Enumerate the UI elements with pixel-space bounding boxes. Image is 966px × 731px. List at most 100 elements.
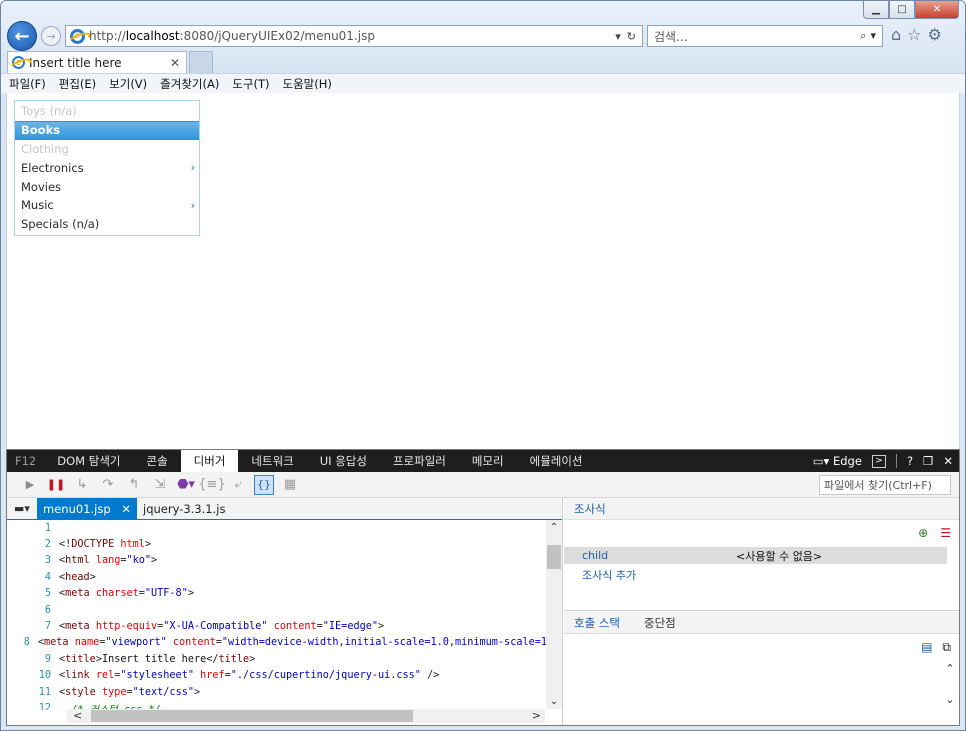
code-line[interactable]: 8 < meta name = "viewport" content = "width=de… — [7, 635, 547, 651]
menu-file[interactable]: 파일(F) — [9, 76, 46, 92]
step-out-icon[interactable]: ↰ — [121, 477, 147, 492]
search-icon[interactable]: ⌕ — [860, 29, 866, 43]
watch-title[interactable]: 조사식 — [574, 501, 606, 517]
line-number[interactable]: 2 — [7, 539, 59, 550]
address-bar[interactable]: e http://localhost:8080/jQueryUIEx02/men… — [65, 25, 643, 47]
code-line[interactable]: 10 < link rel = "stylesheet" href = "./css/cup… — [7, 668, 547, 684]
emulation-mode[interactable]: ▭▾ Edge — [813, 454, 862, 468]
scroll-down-icon[interactable]: ⌄ — [943, 693, 957, 706]
code-horizontal-scrollbar[interactable]: < > — [67, 709, 545, 723]
file-tab-close-icon[interactable]: ✕ — [121, 502, 131, 516]
menu-item-specials-n-a[interactable]: Specials (n/a) — [15, 215, 199, 234]
refresh-icon[interactable]: ↻ — [627, 30, 636, 43]
devtools-tab-7[interactable]: 메모리 — [459, 450, 517, 472]
line-number[interactable]: 12 — [7, 703, 59, 710]
menu-help[interactable]: 도움말(H) — [283, 76, 332, 92]
file-tab-active[interactable]: menu01.jsp ✕ — [37, 497, 137, 520]
find-in-files-input[interactable]: 파일에서 찾기(Ctrl+F) — [819, 475, 951, 495]
break-on-exception-icon[interactable]: ⬣▾ — [173, 477, 199, 492]
line-number[interactable]: 5 — [7, 588, 59, 599]
console-toggle-icon[interactable]: > — [871, 454, 886, 468]
code-line[interactable]: 2 <! DOCTYPE html > — [7, 536, 547, 552]
word-wrap-icon[interactable]: ⤶ — [225, 477, 251, 492]
hscroll-thumb[interactable] — [91, 710, 413, 722]
star-icon[interactable]: ☆ — [907, 25, 921, 44]
scroll-right-icon[interactable]: > — [532, 709, 541, 722]
pretty-print-icon[interactable]: {≡} — [198, 477, 225, 492]
dropdown-arrow-icon[interactable]: ▾ — [615, 30, 621, 43]
code-line[interactable]: 11 < style type = "text/css" > — [7, 684, 547, 700]
source-map-icon[interactable]: ▦ — [277, 477, 303, 492]
scroll-up-icon[interactable]: ⌃ — [546, 522, 562, 533]
code-line[interactable]: 6 — [7, 602, 547, 618]
devtools-tab-2[interactable]: 콘솔 — [133, 450, 180, 472]
menu-view[interactable]: 보기(V) — [109, 76, 147, 92]
line-number[interactable]: 8 — [7, 637, 38, 648]
line-number[interactable]: 4 — [7, 572, 59, 583]
code-line[interactable]: 9 < title > Insert title here </title > — [7, 651, 547, 667]
menu-item-electronics[interactable]: Electronics › — [15, 158, 199, 177]
line-number[interactable]: 1 — [7, 523, 59, 534]
minimize-button[interactable]: ▁ — [863, 1, 889, 19]
menu-item-books[interactable]: Books — [15, 120, 199, 140]
step-over-icon[interactable]: ↷ — [95, 477, 121, 492]
address-url[interactable]: http://localhost:8080/jQueryUIEx02/menu0… — [89, 29, 615, 43]
code-line[interactable]: 1 — [7, 520, 547, 536]
code-line[interactable]: 7 < meta http-equiv = "X-UA-Compatible" cont… — [7, 618, 547, 634]
code-line[interactable]: 5 < meta charset = "UTF-8" > — [7, 586, 547, 602]
pause-icon[interactable]: ❚❚ — [43, 478, 69, 491]
devtools-close-icon[interactable]: ✕ — [943, 454, 953, 468]
scroll-left-icon[interactable]: < — [73, 709, 82, 722]
break-on-new-worker-icon[interactable]: ⇲ — [147, 477, 173, 492]
browser-tab[interactable]: e Insert title here ✕ — [7, 51, 187, 73]
devtools-tab-1[interactable]: DOM 탐색기 — [44, 450, 133, 472]
new-tab-button[interactable] — [189, 51, 213, 73]
search-dropdown-icon[interactable]: ▾ — [870, 29, 876, 43]
forward-arrow-icon[interactable]: → — [41, 26, 61, 46]
menu-item-movies[interactable]: Movies — [15, 177, 199, 196]
menu-item-music[interactable]: Music › — [15, 196, 199, 215]
add-watch-icon[interactable]: ⊕ — [918, 526, 928, 540]
file-tab-jquery[interactable]: jquery-3.3.1.js — [137, 498, 231, 520]
code-line[interactable]: 4 < head > — [7, 569, 547, 585]
line-number[interactable]: 10 — [7, 670, 59, 681]
show-library-icon[interactable]: ⧉ — [942, 640, 951, 655]
just-my-code-icon[interactable]: {} — [254, 474, 274, 495]
help-icon[interactable]: ? — [907, 454, 913, 468]
gear-icon[interactable]: ⚙ — [928, 25, 942, 44]
devtools-tab-6[interactable]: 프로파일러 — [380, 450, 459, 472]
delete-all-watches-icon[interactable]: ☰ — [940, 526, 951, 540]
line-number[interactable]: 7 — [7, 621, 59, 632]
continue-icon[interactable]: ▶ — [17, 478, 43, 491]
devtools-tab-3[interactable]: 디버거 — [180, 450, 239, 472]
menu-tools[interactable]: 도구(T) — [232, 76, 269, 92]
line-number[interactable]: 9 — [7, 654, 59, 665]
line-number[interactable]: 6 — [7, 605, 59, 616]
stack-scrollbar[interactable]: ⌃ ⌄ — [943, 662, 957, 722]
code-vertical-scrollbar[interactable]: ⌃ ⌄ — [546, 520, 562, 709]
home-icon[interactable]: ⌂ — [891, 25, 901, 44]
watch-row[interactable]: child <사용할 수 없음> — [564, 547, 947, 564]
tab-call-stack[interactable]: 호출 스택 — [574, 615, 620, 631]
line-number[interactable]: 11 — [7, 687, 59, 698]
code-editor[interactable]: 1 2 <! DOCTYPE html >3 < html lang = "ko" >4 < head… — [7, 520, 547, 710]
scroll-down-icon[interactable]: ⌄ — [546, 696, 562, 707]
back-arrow-icon[interactable]: ← — [7, 21, 37, 51]
scroll-up-icon[interactable]: ⌃ — [943, 662, 957, 675]
undock-icon[interactable]: ❐ — [923, 454, 933, 468]
code-line[interactable]: 3 < html lang = "ko" > — [7, 553, 547, 569]
step-into-icon[interactable]: ↳ — [69, 477, 95, 492]
devtools-tab-5[interactable]: UI 응답성 — [307, 450, 380, 472]
add-watch-link[interactable]: 조사식 추가 — [582, 567, 636, 583]
search-input[interactable]: 검색... — [654, 28, 860, 45]
line-number[interactable]: 3 — [7, 555, 59, 566]
search-box[interactable]: 검색... ⌕ ▾ — [647, 25, 883, 47]
scroll-thumb[interactable] — [547, 545, 561, 569]
maximize-button[interactable]: □ — [889, 1, 915, 19]
menu-edit[interactable]: 편집(E) — [59, 76, 96, 92]
show-frames-icon[interactable]: ▤ — [921, 640, 932, 655]
devtools-tab-8[interactable]: 에뮬레이션 — [517, 450, 596, 472]
close-icon[interactable]: ✕ — [170, 56, 186, 70]
folder-icon[interactable]: ▬▾ — [7, 498, 37, 520]
devtools-tab-4[interactable]: 네트워크 — [238, 450, 306, 472]
